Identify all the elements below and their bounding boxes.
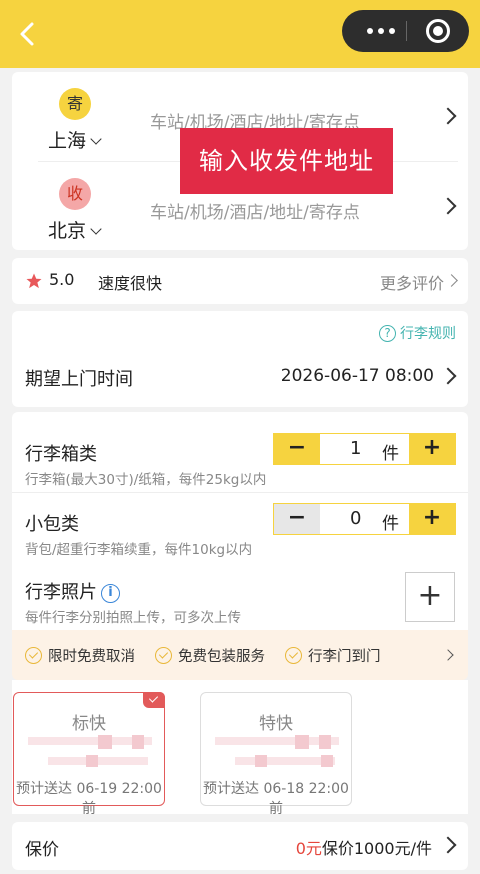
suitcase-desc: 行李箱(最大30寸)/纸箱，每件25kg以内: [25, 472, 267, 488]
service-label: 免费包装服务: [178, 649, 265, 665]
photo-title: 行李照片 i: [25, 578, 120, 605]
bag-desc: 背包/超重行李箱续重，每件10kg以内: [25, 542, 253, 558]
divider: [12, 492, 468, 493]
more-icon[interactable]: [356, 10, 406, 52]
service-strip[interactable]: 限时免费取消 免费包装服务 行李门到门: [12, 630, 468, 680]
suitcase-plus-button[interactable]: +: [409, 434, 455, 464]
receiver-city-label: 北京: [48, 220, 87, 242]
suitcase-unit: 件: [382, 444, 399, 464]
insurance-detail: 保价1000元/件: [321, 839, 432, 858]
selected-check-icon: [143, 692, 165, 708]
speed-option-name: 标快: [72, 714, 106, 734]
title-bar: [0, 0, 480, 68]
suitcase-minus-button[interactable]: −: [274, 434, 320, 464]
suitcase-count: 1: [350, 438, 362, 459]
bag-unit: 件: [382, 514, 399, 534]
sender-city-select[interactable]: 上海: [48, 126, 102, 153]
speed-option-express[interactable]: 特快 预计送达 06-18 22:00前: [200, 692, 352, 817]
luggage-rules-label: 行李规则: [400, 326, 456, 342]
bag-stepper: − 0 件 +: [273, 503, 456, 535]
bag-plus-button[interactable]: +: [409, 504, 455, 534]
insurance-value: 0元保价1000元/件: [296, 835, 432, 859]
photo-desc: 每件行李分别拍照上传，可多次上传: [25, 610, 241, 626]
address-hint-banner: 输入收发件地址: [180, 128, 393, 194]
chevron-right-icon[interactable]: [439, 197, 457, 215]
suitcase-stepper: − 1 件 +: [273, 433, 456, 465]
check-circle-icon: [155, 647, 172, 664]
service-item: 免费包装服务: [155, 645, 265, 666]
chevron-right-icon[interactable]: [445, 274, 458, 287]
receiver-address-placeholder[interactable]: 车站/机场/酒店/地址/寄存点: [150, 198, 360, 223]
bag-count-input[interactable]: 0 件: [320, 504, 409, 534]
check-circle-icon: [285, 647, 302, 664]
service-item: 限时免费取消: [25, 645, 135, 666]
luggage-card: 行李箱类 行李箱(最大30寸)/纸箱，每件25kg以内 − 1 件 + 小包类 …: [12, 412, 468, 630]
bag-count: 0: [350, 508, 362, 529]
pickup-time-label: 期望上门时间: [25, 369, 133, 390]
suitcase-count-input[interactable]: 1 件: [320, 434, 409, 464]
chevron-right-icon[interactable]: [439, 367, 457, 385]
info-icon[interactable]: i: [101, 584, 120, 603]
chevron-right-icon[interactable]: [442, 649, 454, 661]
rating-tag: 速度很快: [98, 274, 163, 293]
add-photo-button[interactable]: +: [405, 572, 455, 622]
more-reviews-link[interactable]: 更多评价: [380, 270, 444, 294]
close-miniapp-icon[interactable]: [426, 19, 450, 43]
chevron-right-icon[interactable]: [439, 836, 457, 854]
speed-options: 标快 预计送达 06-19 22:00前 特快 预计送达 06-18 22:00…: [12, 680, 468, 817]
speed-option-eta: 预计送达 06-19 22:00前: [16, 781, 162, 817]
insurance-price: 0元: [295, 839, 322, 858]
star-icon: [26, 273, 42, 289]
service-label: 行李门到门: [308, 649, 381, 665]
luggage-rules-link[interactable]: ? 行李规则: [379, 323, 456, 343]
rating-card[interactable]: 5.0 速度很快 更多评价: [12, 258, 468, 304]
check-circle-icon: [25, 647, 42, 664]
chevron-down-icon: [90, 133, 102, 145]
back-icon[interactable]: [14, 18, 42, 50]
service-item: 行李门到门: [285, 645, 381, 666]
question-icon: ?: [379, 324, 396, 342]
service-label: 限时免费取消: [48, 649, 135, 665]
capsule-divider: [406, 21, 407, 41]
blurred-detail: [28, 735, 152, 771]
photo-title-label: 行李照片: [25, 582, 97, 603]
chevron-right-icon[interactable]: [439, 107, 457, 125]
blurred-detail: [215, 735, 339, 771]
rating-score: 5.0: [49, 270, 75, 289]
miniapp-capsule: [342, 10, 469, 52]
speed-option-eta: 预计送达 06-18 22:00前: [203, 781, 349, 817]
suitcase-title: 行李箱类: [25, 444, 97, 465]
pickup-time-card: ? 行李规则 期望上门时间 2026-06-17 08:00: [12, 311, 468, 407]
speed-option-standard[interactable]: 标快 预计送达 06-19 22:00前: [13, 692, 165, 817]
insurance-row[interactable]: 保价 0元保价1000元/件: [12, 822, 468, 870]
bag-minus-button[interactable]: −: [274, 504, 320, 534]
speed-option-name: 特快: [259, 714, 293, 734]
receiver-badge: 收: [59, 178, 91, 210]
chevron-down-icon: [90, 223, 102, 235]
pickup-time-value[interactable]: 2026-06-17 08:00: [281, 366, 434, 386]
sender-badge: 寄: [59, 88, 91, 120]
insurance-label: 保价: [25, 840, 59, 860]
receiver-city-select[interactable]: 北京: [48, 216, 102, 243]
sender-city-label: 上海: [48, 130, 87, 152]
bag-title: 小包类: [25, 514, 79, 535]
